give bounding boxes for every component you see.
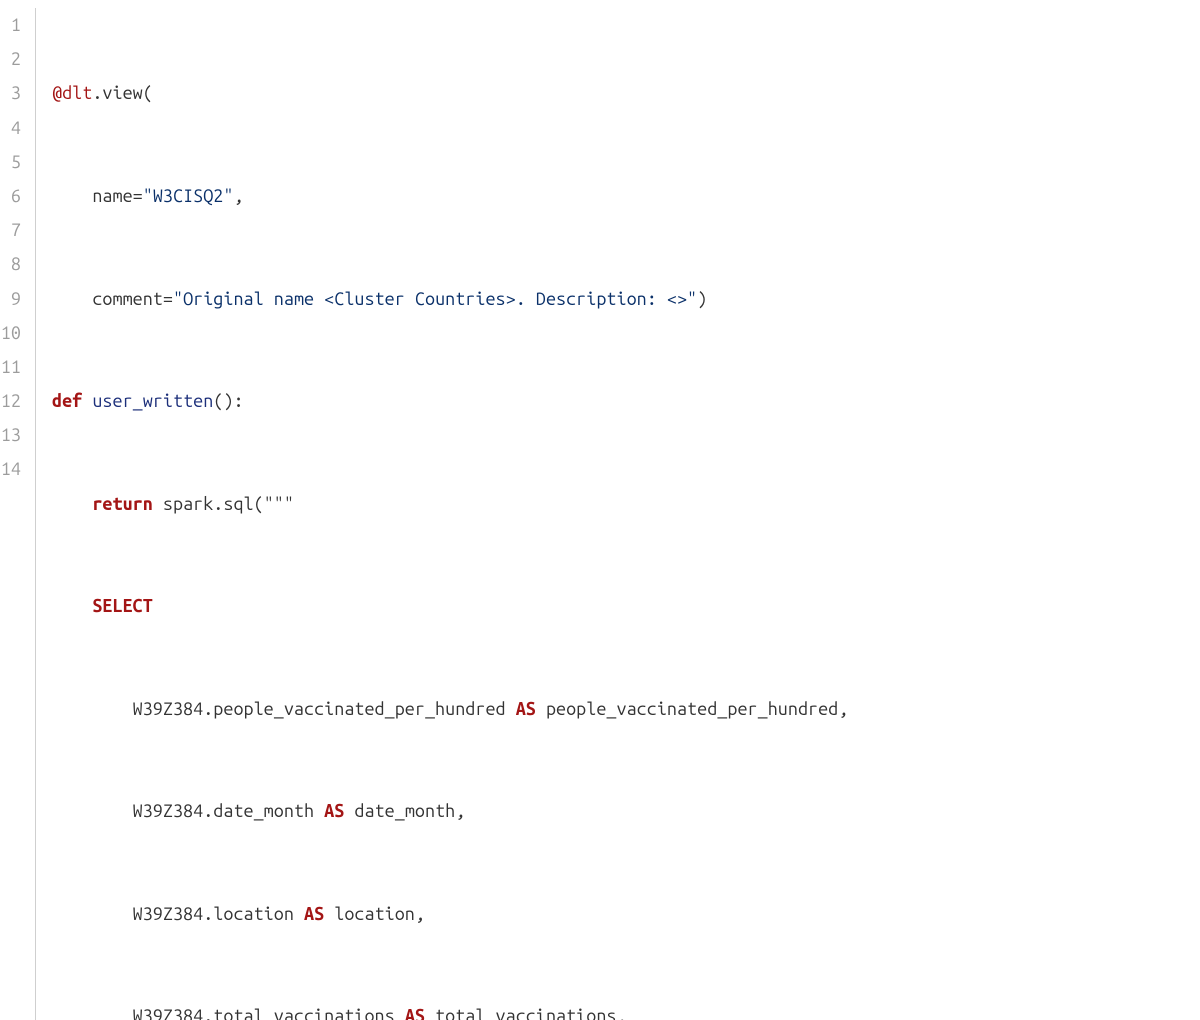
line-number: 13 [0, 418, 21, 452]
ident-token: view [102, 83, 142, 103]
code-line[interactable]: return spark.sql(""" [52, 487, 1200, 521]
ident-token: W39Z384.people_vaccinated_per_hundred [133, 699, 516, 719]
line-number: 2 [0, 42, 21, 76]
punct-token: . [92, 83, 102, 103]
keyword-token: def [52, 391, 82, 411]
ident-token: W39Z384.total_vaccinations [133, 1006, 405, 1020]
sql-keyword-token: AS [304, 904, 324, 924]
code-line[interactable]: @dlt.view( [52, 76, 1200, 110]
line-number: 10 [0, 316, 21, 350]
punct-token: ) [697, 289, 707, 309]
function-name-token: user_written [92, 391, 213, 411]
line-number: 1 [0, 8, 21, 42]
ident-token: location, [324, 904, 425, 924]
indent [52, 699, 133, 719]
string-token: "W3CISQ2" [143, 186, 234, 206]
line-number: 5 [0, 145, 21, 179]
keyword-token: return [92, 494, 152, 514]
ident-token: spark.sql( [163, 494, 264, 514]
code-line[interactable]: W39Z384.location AS location, [52, 897, 1200, 931]
ident-token: W39Z384.location [133, 904, 304, 924]
sql-keyword-token: AS [405, 1006, 425, 1020]
code-line[interactable]: SELECT [52, 589, 1200, 623]
decorator-token: @dlt [52, 83, 92, 103]
punct-token: = [133, 186, 143, 206]
ident-token: date_month, [344, 801, 465, 821]
punct-token: (): [213, 391, 243, 411]
line-number: 12 [0, 384, 21, 418]
code-line[interactable]: def user_written(): [52, 384, 1200, 418]
code-line[interactable]: name="W3CISQ2", [52, 179, 1200, 213]
param-token: name [92, 186, 132, 206]
indent [52, 596, 92, 616]
line-number: 4 [0, 111, 21, 145]
code-line[interactable]: W39Z384.total_vaccinations AS total_vacc… [52, 999, 1200, 1020]
line-number: 3 [0, 76, 21, 110]
indent [52, 494, 92, 514]
code-line[interactable]: W39Z384.people_vaccinated_per_hundred AS… [52, 692, 1200, 726]
indent [52, 186, 92, 206]
code-editor[interactable]: 1 2 3 4 5 6 7 8 9 10 11 12 13 14 @dlt.vi… [0, 8, 1200, 1020]
sql-keyword-token: AS [516, 699, 536, 719]
line-number: 6 [0, 179, 21, 213]
string-token: "Original name <Cluster Countries>. Desc… [173, 289, 697, 309]
punct-token: ( [143, 83, 153, 103]
indent [52, 289, 92, 309]
line-number: 8 [0, 247, 21, 281]
line-number: 14 [0, 452, 21, 486]
line-number: 9 [0, 282, 21, 316]
sql-keyword-token: AS [324, 801, 344, 821]
sql-keyword-token: SELECT [92, 596, 152, 616]
ident-token: people_vaccinated_per_hundred, [536, 699, 848, 719]
indent [52, 801, 133, 821]
ident-token: total_vaccinations, [425, 1006, 627, 1020]
space [153, 494, 163, 514]
code-content[interactable]: @dlt.view( name="W3CISQ2", comment="Orig… [36, 8, 1200, 1020]
ident-token: W39Z384.date_month [133, 801, 325, 821]
string-delim-token: """ [264, 494, 294, 514]
indent [52, 1006, 133, 1020]
line-number-gutter: 1 2 3 4 5 6 7 8 9 10 11 12 13 14 [0, 8, 36, 1020]
punct-token: = [163, 289, 173, 309]
line-number: 11 [0, 350, 21, 384]
punct-token: , [233, 186, 243, 206]
code-line[interactable]: comment="Original name <Cluster Countrie… [52, 282, 1200, 316]
code-line[interactable]: W39Z384.date_month AS date_month, [52, 794, 1200, 828]
indent [52, 904, 133, 924]
line-number: 7 [0, 213, 21, 247]
param-token: comment [92, 289, 163, 309]
space [82, 391, 92, 411]
